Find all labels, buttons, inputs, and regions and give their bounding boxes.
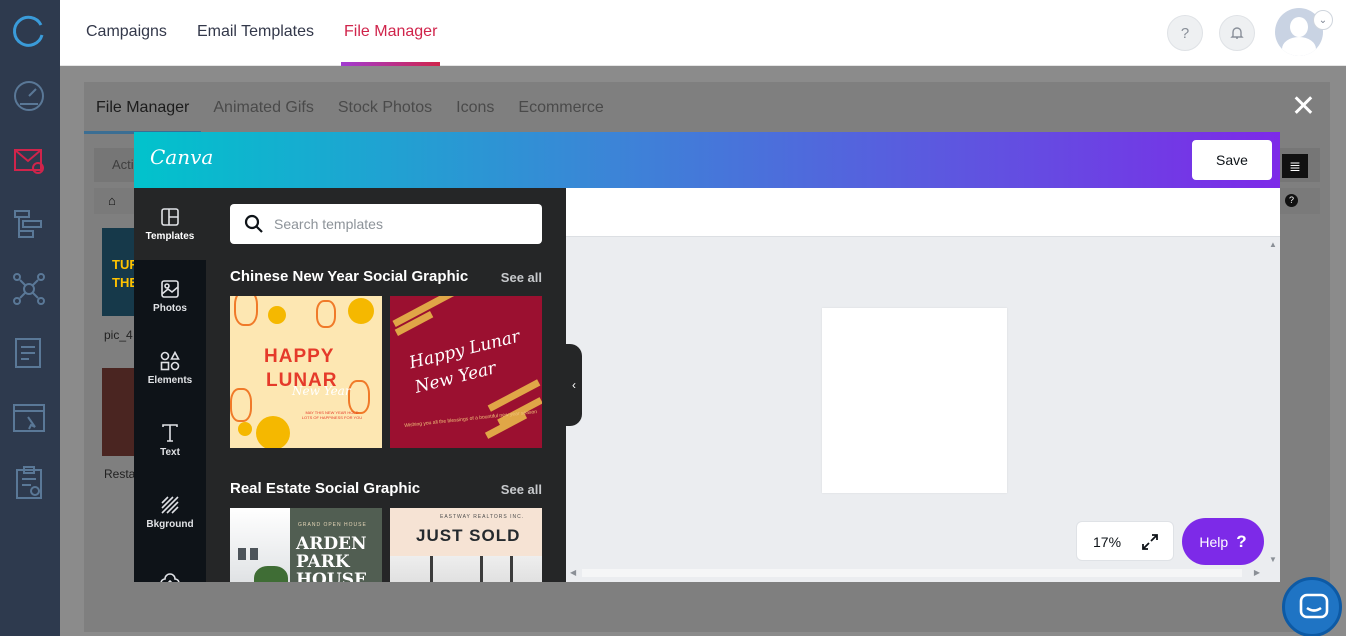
- templates-icon: [161, 207, 179, 226]
- expand-icon[interactable]: [1141, 533, 1159, 551]
- elements-icon: [160, 350, 180, 370]
- search-input[interactable]: [274, 212, 524, 236]
- tab-campaigns[interactable]: Campaigns: [86, 0, 167, 66]
- rail-item-uploads[interactable]: [134, 548, 206, 582]
- bell-icon: [1230, 27, 1244, 39]
- search-icon: [244, 214, 263, 233]
- chat-icon: [1299, 593, 1329, 619]
- question-icon: ?: [1180, 24, 1190, 42]
- home-icon[interactable]: ⌂: [108, 193, 116, 208]
- see-all-link[interactable]: See all: [501, 482, 542, 497]
- scroll-down-icon[interactable]: ▼: [1269, 555, 1277, 564]
- top-tabs: Campaigns Email Templates File Manager: [86, 0, 467, 66]
- forms-icon[interactable]: [10, 463, 48, 501]
- fm-tab-stock-photos[interactable]: Stock Photos: [326, 82, 444, 134]
- section-title: Chinese New Year Social Graphic: [230, 268, 469, 285]
- close-icon[interactable]: ✕: [1291, 92, 1316, 122]
- collapse-panel-button[interactable]: ‹: [566, 344, 582, 426]
- fm-tab-ecommerce[interactable]: Ecommerce: [506, 82, 615, 134]
- flow-icon[interactable]: [10, 205, 48, 243]
- template-card[interactable]: GRAND OPEN HOUSE ARDEN PARK HOUSE: [230, 508, 382, 582]
- fm-tab-icons[interactable]: Icons: [444, 82, 506, 134]
- rail-item-background[interactable]: Bkground: [134, 476, 206, 548]
- rail-item-templates[interactable]: Templates: [134, 188, 206, 260]
- canva-help-button[interactable]: Help?: [1182, 518, 1264, 565]
- design-canvas[interactable]: [822, 308, 1007, 493]
- rail-item-text[interactable]: Text: [134, 404, 206, 476]
- network-icon[interactable]: [10, 270, 48, 308]
- template-card[interactable]: HAPPY LUNAR New Year MAY THIS NEW YEAR H…: [230, 296, 382, 448]
- question-icon[interactable]: ?: [1285, 194, 1298, 207]
- app-sidebar: [0, 0, 60, 636]
- zoom-level: 17%: [1093, 534, 1122, 550]
- fm-tab-animated-gifs[interactable]: Animated Gifs: [201, 82, 325, 134]
- list-view-icon[interactable]: ≣: [1282, 154, 1308, 178]
- rail-item-photos[interactable]: Photos: [134, 260, 206, 332]
- question-icon: ?: [1236, 531, 1247, 551]
- logo-ring-icon[interactable]: [10, 12, 48, 50]
- background-icon: [161, 495, 179, 514]
- canvas-toolbar: [566, 188, 1280, 237]
- tab-email-templates[interactable]: Email Templates: [197, 0, 314, 66]
- canva-side-rail: Templates Photos Elements Text Bkground: [134, 188, 206, 582]
- rail-item-elements[interactable]: Elements: [134, 332, 206, 404]
- chat-launcher-button[interactable]: [1282, 577, 1342, 636]
- scroll-up-icon[interactable]: ▲: [1269, 240, 1277, 249]
- see-all-link[interactable]: See all: [501, 270, 542, 285]
- file-manager-tabs: File Manager Animated Gifs Stock Photos …: [84, 82, 616, 136]
- scroll-left-icon[interactable]: ◀: [570, 568, 576, 577]
- chevron-down-icon[interactable]: ⌄: [1313, 10, 1333, 30]
- contacts-icon[interactable]: [10, 334, 48, 372]
- fm-tab-file-manager[interactable]: File Manager: [84, 82, 202, 134]
- upload-cloud-icon: [160, 573, 180, 582]
- email-campaign-icon[interactable]: [10, 141, 48, 179]
- help-button[interactable]: ?: [1167, 15, 1203, 51]
- notifications-button[interactable]: [1219, 15, 1255, 51]
- chevron-left-icon: ‹: [572, 378, 576, 392]
- templates-panel: Chinese New Year Social Graphic See all …: [206, 188, 566, 582]
- horizontal-scrollbar[interactable]: ◀ ▶: [566, 566, 1266, 582]
- save-button[interactable]: Save: [1192, 140, 1272, 180]
- file-name: pic_4: [104, 328, 133, 342]
- top-header: Campaigns Email Templates File Manager ?…: [60, 0, 1346, 66]
- canva-editor: Canva Save Templates Photos Elements Tex…: [134, 132, 1280, 582]
- text-icon: [162, 423, 178, 442]
- section-title: Real Estate Social Graphic: [230, 480, 421, 497]
- canva-header: Canva Save: [134, 132, 1280, 188]
- tab-file-manager[interactable]: File Manager: [341, 0, 441, 66]
- scroll-right-icon[interactable]: ▶: [1254, 568, 1260, 577]
- vertical-scrollbar[interactable]: ▲ ▼: [1266, 238, 1280, 564]
- photos-icon: [161, 279, 179, 298]
- fm-actions-label[interactable]: Acti: [112, 157, 134, 172]
- template-card[interactable]: EASTWAY REALTORS INC. JUST SOLD: [390, 508, 542, 582]
- landing-page-icon[interactable]: [10, 399, 48, 437]
- template-card[interactable]: Happy Lunar New Year Wishing you all the…: [390, 296, 542, 448]
- dashboard-icon[interactable]: [10, 76, 48, 114]
- canva-logo: Canva: [150, 145, 214, 169]
- search-templates-field[interactable]: [230, 204, 542, 244]
- file-name: Resta: [104, 467, 136, 481]
- zoom-control[interactable]: 17%: [1076, 521, 1174, 561]
